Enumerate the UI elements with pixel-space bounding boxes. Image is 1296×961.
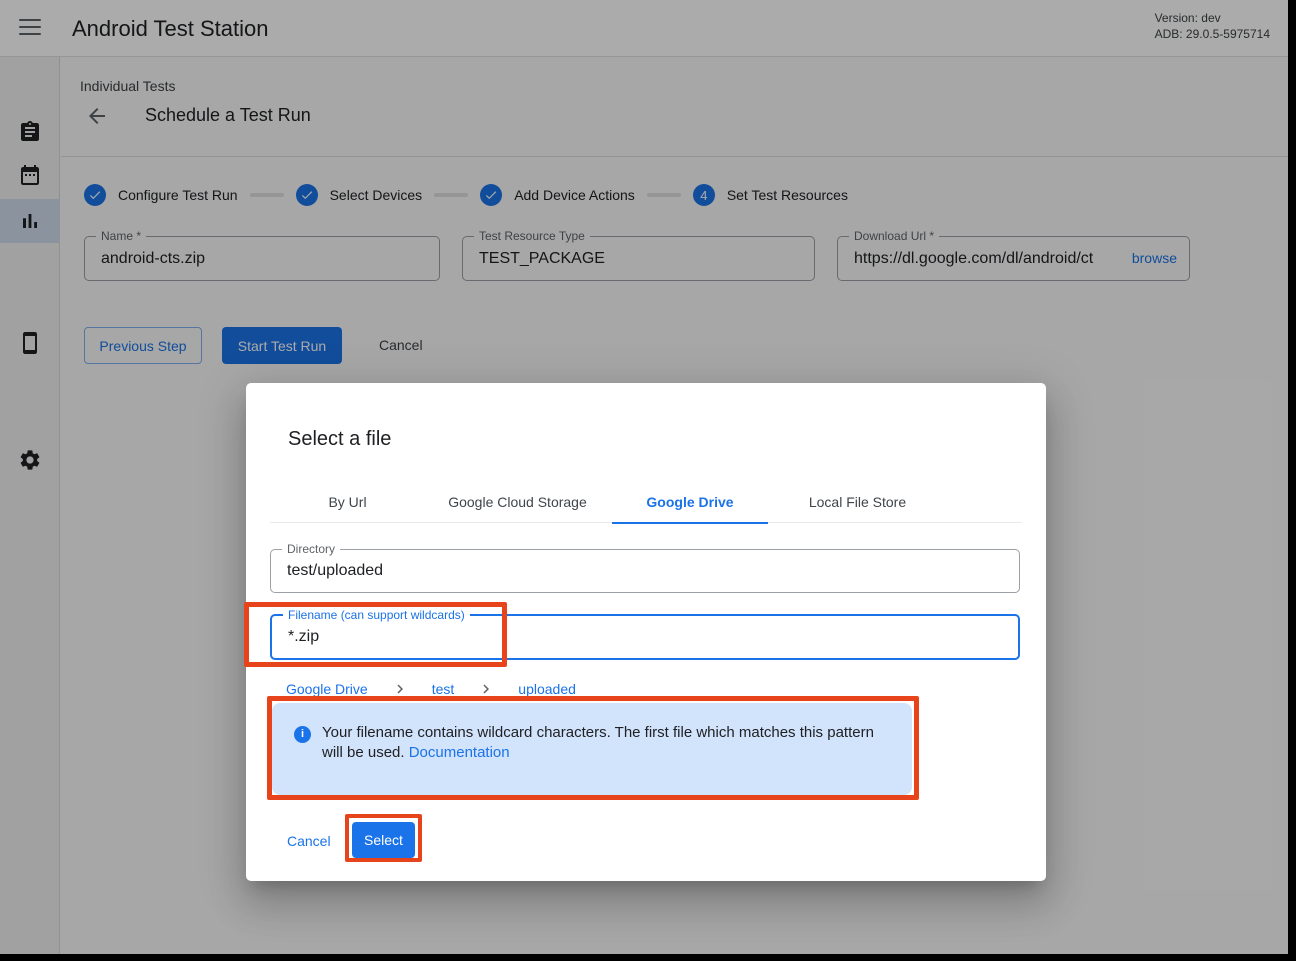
tab-by-url[interactable]: By Url [270,481,425,523]
dialog-cancel-button[interactable]: Cancel [279,823,339,859]
dialog-title: Select a file [288,428,391,451]
filename-input[interactable] [272,616,988,658]
info-icon: i [294,726,311,743]
directory-field: Directory [270,549,1020,593]
tab-local-file-store[interactable]: Local File Store [770,481,945,523]
app-viewport: Android Test Station Version: dev ADB: 2… [0,0,1288,954]
breadcrumb-test[interactable]: test [432,681,455,697]
filename-field-label: Filename (can support wildcards) [283,608,470,622]
dialog-select-button[interactable]: Select [352,822,415,858]
directory-input[interactable] [271,550,989,592]
documentation-link[interactable]: Documentation [409,744,510,761]
chevron-right-icon [391,680,409,698]
directory-field-label: Directory [282,542,340,556]
dialog-tabs: By Url Google Cloud Storage Google Drive… [270,481,1022,523]
breadcrumb-google-drive[interactable]: Google Drive [286,681,368,697]
tab-google-cloud-storage[interactable]: Google Cloud Storage [425,481,610,523]
select-file-dialog: Select a file By Url Google Cloud Storag… [246,383,1046,881]
breadcrumb-uploaded[interactable]: uploaded [518,681,576,697]
screen: Android Test Station Version: dev ADB: 2… [0,0,1296,961]
wildcard-info-text: Your filename contains wildcard characte… [322,723,882,762]
drive-breadcrumb: Google Drive test uploaded [286,679,576,699]
wildcard-info-banner: i Your filename contains wildcard charac… [272,703,912,795]
filename-field: Filename (can support wildcards) [270,614,1020,660]
tab-google-drive[interactable]: Google Drive [610,481,770,523]
chevron-right-icon [477,680,495,698]
info-message: Your filename contains wildcard characte… [322,724,874,761]
